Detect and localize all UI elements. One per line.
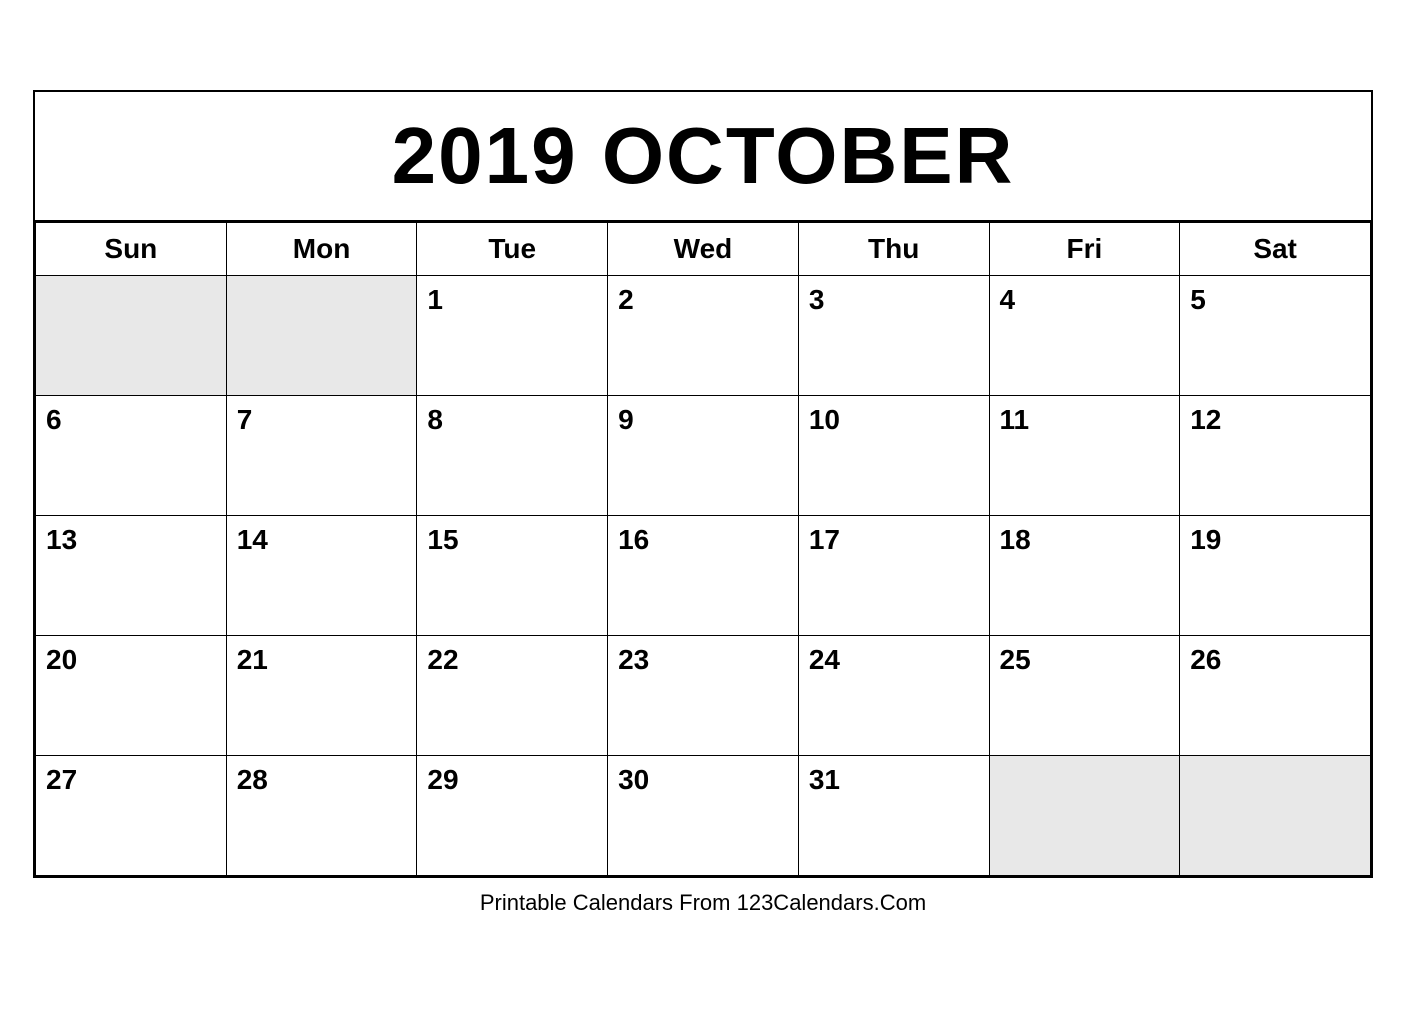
- calendar-week-4: 20212223242526: [36, 635, 1371, 755]
- calendar-day-cell: [989, 755, 1180, 875]
- calendar-day-cell: 15: [417, 515, 608, 635]
- calendar-day-cell: 11: [989, 395, 1180, 515]
- calendar-title: 2019 OCTOBER: [35, 92, 1371, 222]
- calendar-day-cell: [36, 275, 227, 395]
- calendar-day-cell: 19: [1180, 515, 1371, 635]
- weekday-header-sat: Sat: [1180, 222, 1371, 275]
- calendar-day-cell: 22: [417, 635, 608, 755]
- calendar-day-cell: 30: [608, 755, 799, 875]
- calendar-day-cell: 17: [798, 515, 989, 635]
- calendar-day-cell: 23: [608, 635, 799, 755]
- calendar-day-cell: 18: [989, 515, 1180, 635]
- calendar-day-cell: 6: [36, 395, 227, 515]
- calendar-day-cell: 28: [226, 755, 417, 875]
- weekday-header-fri: Fri: [989, 222, 1180, 275]
- calendar-day-cell: 2: [608, 275, 799, 395]
- weekday-header-tue: Tue: [417, 222, 608, 275]
- calendar-day-cell: 4: [989, 275, 1180, 395]
- calendar-wrapper: 2019 OCTOBER SunMonTueWedThuFriSat 12345…: [33, 90, 1373, 928]
- calendar-week-5: 2728293031: [36, 755, 1371, 875]
- calendar-week-3: 13141516171819: [36, 515, 1371, 635]
- calendar-container: 2019 OCTOBER SunMonTueWedThuFriSat 12345…: [33, 90, 1373, 878]
- calendar-day-cell: 7: [226, 395, 417, 515]
- calendar-day-cell: 25: [989, 635, 1180, 755]
- calendar-day-cell: 12: [1180, 395, 1371, 515]
- calendar-day-cell: 1: [417, 275, 608, 395]
- calendar-day-cell: 10: [798, 395, 989, 515]
- calendar-table: SunMonTueWedThuFriSat 123456789101112131…: [35, 222, 1371, 876]
- weekday-header-mon: Mon: [226, 222, 417, 275]
- calendar-day-cell: 8: [417, 395, 608, 515]
- weekday-header-wed: Wed: [608, 222, 799, 275]
- calendar-day-cell: 21: [226, 635, 417, 755]
- calendar-week-1: 12345: [36, 275, 1371, 395]
- calendar-day-cell: 13: [36, 515, 227, 635]
- calendar-day-cell: 20: [36, 635, 227, 755]
- weekday-header-sun: Sun: [36, 222, 227, 275]
- calendar-day-cell: 29: [417, 755, 608, 875]
- calendar-day-cell: 14: [226, 515, 417, 635]
- weekday-header-thu: Thu: [798, 222, 989, 275]
- calendar-day-cell: 24: [798, 635, 989, 755]
- calendar-day-cell: 16: [608, 515, 799, 635]
- calendar-day-cell: 9: [608, 395, 799, 515]
- calendar-footer: Printable Calendars From 123Calendars.Co…: [33, 878, 1373, 928]
- calendar-day-cell: [1180, 755, 1371, 875]
- calendar-day-cell: 3: [798, 275, 989, 395]
- calendar-day-cell: 5: [1180, 275, 1371, 395]
- calendar-week-2: 6789101112: [36, 395, 1371, 515]
- calendar-day-cell: 27: [36, 755, 227, 875]
- weekday-header-row: SunMonTueWedThuFriSat: [36, 222, 1371, 275]
- calendar-day-cell: 26: [1180, 635, 1371, 755]
- calendar-day-cell: 31: [798, 755, 989, 875]
- calendar-day-cell: [226, 275, 417, 395]
